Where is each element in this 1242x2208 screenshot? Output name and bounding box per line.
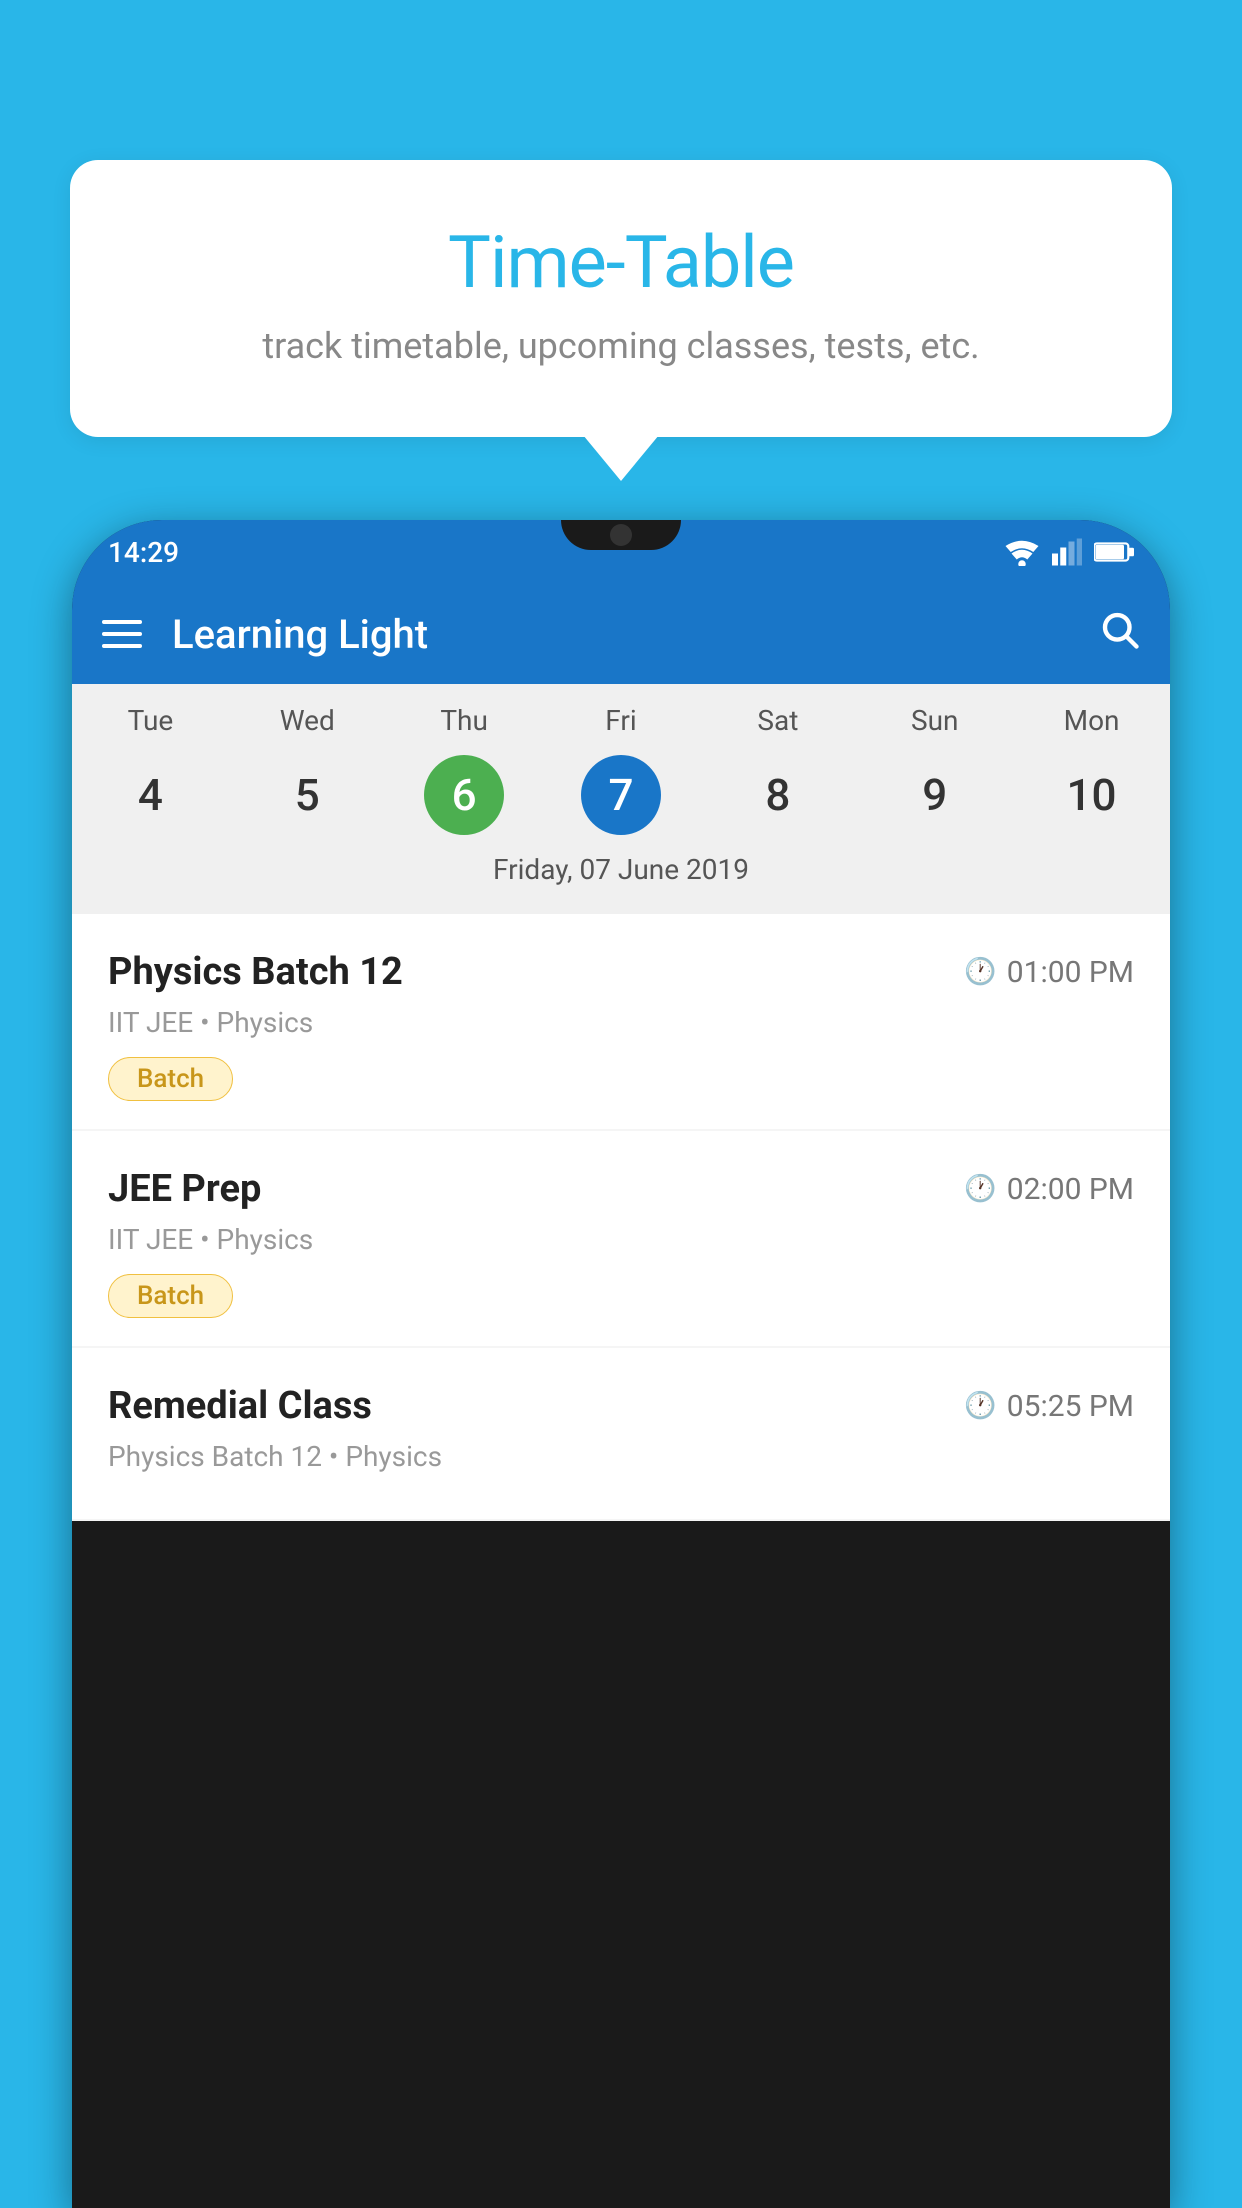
class-meta-1: IIT JEE • Physics bbox=[108, 1006, 1134, 1039]
class-time-2: 🕐 02:00 PM bbox=[964, 1172, 1134, 1207]
day-9[interactable]: 9 bbox=[895, 755, 975, 835]
content-area: Physics Batch 12 🕐 01:00 PM IIT JEE • Ph… bbox=[72, 914, 1170, 1521]
status-time: 14:29 bbox=[108, 536, 179, 569]
app-title: Learning Light bbox=[172, 611, 1068, 658]
search-button[interactable] bbox=[1098, 608, 1140, 660]
time-text-2: 02:00 PM bbox=[1007, 1172, 1134, 1207]
batch-tag-1: Batch bbox=[108, 1057, 233, 1101]
day-10[interactable]: 10 bbox=[1052, 755, 1132, 835]
card-header-3: Remedial Class 🕐 05:25 PM bbox=[108, 1384, 1134, 1428]
time-text-3: 05:25 PM bbox=[1007, 1389, 1134, 1424]
batch-tag-2: Batch bbox=[108, 1274, 233, 1318]
day-7-selected[interactable]: 7 bbox=[581, 755, 661, 835]
phone-frame: 14:29 bbox=[72, 520, 1170, 2208]
class-name-3: Remedial Class bbox=[108, 1384, 372, 1428]
class-meta-2: IIT JEE • Physics bbox=[108, 1223, 1134, 1256]
class-meta-3: Physics Batch 12 • Physics bbox=[108, 1440, 1134, 1473]
day-8[interactable]: 8 bbox=[738, 755, 818, 835]
day-headers: Tue Wed Thu Fri Sat Sun Mon bbox=[72, 704, 1170, 745]
status-icons bbox=[1004, 538, 1134, 566]
bubble-subtitle: track timetable, upcoming classes, tests… bbox=[120, 325, 1122, 367]
clock-icon-3: 🕐 bbox=[964, 1391, 996, 1421]
day-header-sat: Sat bbox=[699, 704, 856, 737]
camera-dot bbox=[610, 524, 632, 546]
class-name-1: Physics Batch 12 bbox=[108, 950, 403, 994]
class-name-2: JEE Prep bbox=[108, 1167, 261, 1211]
class-time-3: 🕐 05:25 PM bbox=[964, 1389, 1134, 1424]
clock-icon-2: 🕐 bbox=[964, 1174, 996, 1204]
class-card-1[interactable]: Physics Batch 12 🕐 01:00 PM IIT JEE • Ph… bbox=[72, 914, 1170, 1129]
day-header-fri: Fri bbox=[543, 704, 700, 737]
day-header-wed: Wed bbox=[229, 704, 386, 737]
calendar-strip: Tue Wed Thu Fri Sat Sun Mon 4 5 6 7 8 9 … bbox=[72, 684, 1170, 914]
class-time-1: 🕐 01:00 PM bbox=[964, 955, 1134, 990]
day-4[interactable]: 4 bbox=[110, 755, 190, 835]
battery-icon bbox=[1094, 540, 1134, 564]
hamburger-button[interactable] bbox=[102, 620, 142, 648]
day-header-tue: Tue bbox=[72, 704, 229, 737]
speech-bubble: Time-Table track timetable, upcoming cla… bbox=[70, 160, 1172, 437]
app-bar: Learning Light bbox=[72, 584, 1170, 684]
status-bar: 14:29 bbox=[72, 520, 1170, 584]
notch bbox=[561, 520, 681, 550]
day-header-thu: Thu bbox=[386, 704, 543, 737]
day-numbers: 4 5 6 7 8 9 10 bbox=[72, 745, 1170, 845]
day-6-today[interactable]: 6 bbox=[424, 755, 504, 835]
wifi-icon bbox=[1004, 538, 1040, 566]
signal-icon bbox=[1052, 538, 1082, 566]
day-header-mon: Mon bbox=[1013, 704, 1170, 737]
time-text-1: 01:00 PM bbox=[1007, 955, 1134, 990]
day-5[interactable]: 5 bbox=[267, 755, 347, 835]
bubble-title: Time-Table bbox=[120, 220, 1122, 305]
card-header-2: JEE Prep 🕐 02:00 PM bbox=[108, 1167, 1134, 1211]
day-header-sun: Sun bbox=[856, 704, 1013, 737]
class-card-2[interactable]: JEE Prep 🕐 02:00 PM IIT JEE • Physics Ba… bbox=[72, 1131, 1170, 1346]
clock-icon-1: 🕐 bbox=[964, 957, 996, 987]
class-card-3[interactable]: Remedial Class 🕐 05:25 PM Physics Batch … bbox=[72, 1348, 1170, 1519]
card-header-1: Physics Batch 12 🕐 01:00 PM bbox=[108, 950, 1134, 994]
selected-date: Friday, 07 June 2019 bbox=[72, 845, 1170, 904]
